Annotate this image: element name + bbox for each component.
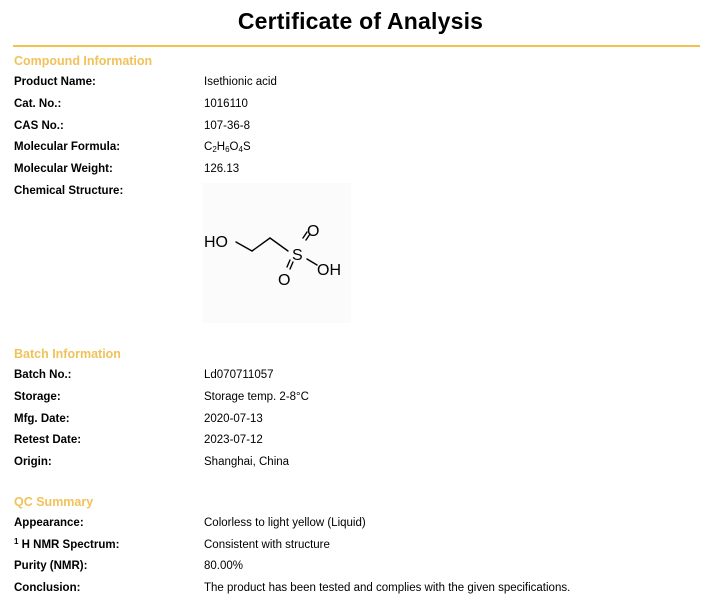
title-divider: [13, 45, 700, 47]
atom-s: S: [292, 247, 303, 264]
cat-no-value: 1016110: [204, 98, 248, 110]
isethionic-acid-structure: HO S O O OH: [204, 223, 341, 289]
product-name-value: Isethionic acid: [204, 76, 277, 88]
formula-sulfur: S: [242, 141, 251, 153]
atom-oh: OH: [317, 262, 341, 279]
conclusion-label: Conclusion:: [14, 582, 81, 594]
appearance-label: Appearance:: [14, 517, 84, 529]
compound-information-heading: Compound Information: [14, 54, 153, 68]
bond-o-c1: [235, 241, 253, 252]
atom-o-bottom: O: [278, 272, 290, 289]
batch-information-heading: Batch Information: [14, 347, 121, 361]
retest-date-value: 2023-07-12: [204, 434, 263, 446]
cas-no-label: CAS No.:: [14, 120, 64, 132]
bond-s-oh: [306, 258, 318, 266]
molecular-formula-label: Molecular Formula:: [14, 141, 121, 153]
cas-no-value: 107-36-8: [204, 120, 251, 132]
nmr-spectrum-value: Consistent with structure: [204, 539, 330, 551]
batch-no-value: Ld070711057: [204, 369, 274, 381]
conclusion-value: The product has been tested and complies…: [204, 582, 571, 594]
qc-summary-heading: QC Summary: [14, 495, 94, 509]
bond-s-o-bottom-b: [286, 259, 291, 268]
bond-c2-s: [269, 237, 289, 252]
storage-label: Storage:: [14, 391, 61, 403]
retest-date-label: Retest Date:: [14, 434, 82, 446]
nmr-label-text: H NMR Spectrum:: [18, 539, 120, 551]
origin-label: Origin:: [14, 456, 52, 468]
cat-no-label: Cat. No.:: [14, 98, 62, 110]
atom-o-top: O: [307, 223, 319, 240]
nmr-spectrum-label: 1 H NMR Spectrum:: [14, 538, 120, 552]
batch-no-label: Batch No.:: [14, 369, 72, 381]
bond-c1-c2: [251, 237, 271, 252]
document-title: Certificate of Analysis: [237, 8, 484, 34]
origin-value: Shanghai, China: [204, 456, 290, 468]
chemical-structure-image: HO S O O OH: [203, 183, 351, 323]
molecular-weight-value: 126.13: [204, 163, 240, 175]
storage-value: Storage temp. 2-8°C: [204, 391, 309, 403]
purity-label: Purity (NMR):: [14, 560, 88, 572]
mfg-date-value: 2020-07-13: [204, 413, 263, 425]
purity-value: 80.00%: [204, 560, 244, 572]
atom-ho: HO: [204, 234, 228, 251]
molecular-formula-value: C2H6O4S: [204, 141, 251, 154]
molecular-weight-label: Molecular Weight:: [14, 163, 113, 175]
mfg-date-label: Mfg. Date:: [14, 413, 70, 425]
chemical-structure-label: Chemical Structure:: [14, 185, 124, 197]
product-name-label: Product Name:: [14, 76, 96, 88]
formula-hydrogen: H: [216, 141, 226, 153]
appearance-value: Colorless to light yellow (Liquid): [204, 517, 366, 529]
